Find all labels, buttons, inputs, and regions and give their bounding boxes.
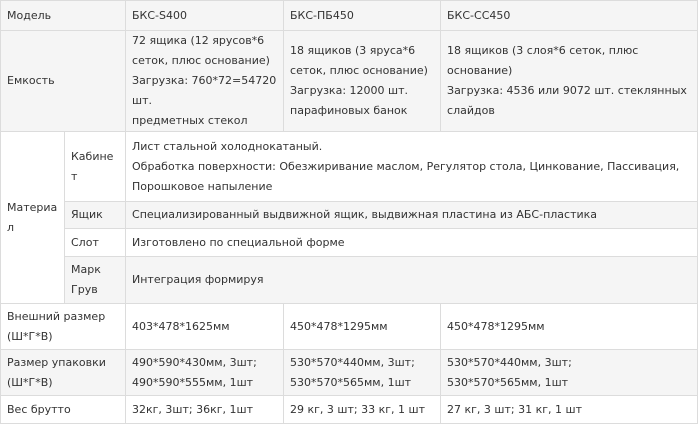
header-model-1: БКС-S400 xyxy=(125,0,285,31)
capacity-cell-1: 72 ящика (12 ярусов*6 сеток, плюс основа… xyxy=(125,30,285,132)
cabinet-line-1: Лист стальной холоднокатаный. xyxy=(132,139,323,153)
material-drawer-row: Ящик Специализированный выдвижной ящик, … xyxy=(1,201,699,229)
mark-value: Интеграция формируя xyxy=(125,256,699,304)
outer-size-3: 450*478*1295мм xyxy=(440,303,699,350)
header-row: Модель БКС-S400 БКС-ПБ450 БКС-СС450 xyxy=(0,0,699,31)
capacity-2-line-3: Загрузка: 12000 шт. xyxy=(290,84,408,97)
capacity-cell-2: 18 ящиков (3 яруса*6 сеток, плюс основан… xyxy=(283,30,442,132)
package-2-line-1: 530*570*440мм, 3шт; xyxy=(290,355,415,369)
mark-label-line-2: Грув xyxy=(71,283,98,296)
package-1-line-2: 490*590*555мм, 1шт xyxy=(132,375,254,389)
spec-table: Модель БКС-S400 БКС-ПБ450 БКС-СС450 Емко… xyxy=(0,0,699,424)
material-mark-row: Марк Грув Интеграция формируя xyxy=(1,256,699,304)
gross-weight-2: 29 кг, 3 шт; 33 кг, 1 шт xyxy=(283,395,442,424)
package-size-label-line-2: (Ш*Г*В) xyxy=(7,375,53,389)
package-size-2: 530*570*440мм, 3шт; 530*570*565мм, 1шт xyxy=(283,349,442,396)
drawer-label: Ящик xyxy=(63,201,127,229)
header-model-2: БКС-ПБ450 xyxy=(283,0,442,31)
cabinet-line-3: Порошковое напыление xyxy=(132,179,273,193)
package-1-line-1: 490*590*430мм, 3шт; xyxy=(132,355,257,369)
cabinet-line-2: Обработка поверхности: Обезжиривание мас… xyxy=(132,159,680,173)
capacity-3-line-2: Загрузка: 4536 или 9072 шт. стеклянных xyxy=(447,84,687,97)
capacity-2-line-1: 18 ящиков (3 яруса*6 xyxy=(290,44,416,57)
material-label: Материал xyxy=(0,131,65,304)
package-size-row: Размер упаковки (Ш*Г*В) 490*590*430мм, 3… xyxy=(0,349,699,396)
capacity-2-line-2: сеток, плюс основание) xyxy=(290,64,428,77)
gross-weight-row: Вес брутто 32кг, 3шт; 36кг, 1шт 29 кг, 3… xyxy=(0,395,699,424)
capacity-3-line-1: 18 ящиков (3 слоя*6 сеток, плюс основани… xyxy=(447,44,639,77)
package-size-label-line-1: Размер упаковки xyxy=(7,355,106,369)
header-model-label: Модель xyxy=(0,0,127,31)
mark-label-line-1: Марк xyxy=(71,263,101,276)
package-3-line-2: 530*570*565мм, 1шт xyxy=(447,375,569,389)
cabinet-value: Лист стальной холоднокатаный. Обработка … xyxy=(125,131,699,202)
capacity-label: Емкость xyxy=(0,30,127,132)
drawer-value: Специализированный выдвижной ящик, выдви… xyxy=(125,201,699,229)
material-slot-row: Слот Изготовлено по специальной форме xyxy=(1,228,699,257)
capacity-cell-3: 18 ящиков (3 слоя*6 сеток, плюс основани… xyxy=(440,30,699,132)
package-size-1: 490*590*430мм, 3шт; 490*590*555мм, 1шт xyxy=(125,349,285,396)
package-2-line-2: 530*570*565мм, 1шт xyxy=(290,375,412,389)
material-cabinet-row: Материал Кабинет Лист стальной холоднока… xyxy=(0,131,699,304)
package-size-label: Размер упаковки (Ш*Г*В) xyxy=(0,349,127,396)
cabinet-label: Кабинет xyxy=(63,131,127,202)
gross-weight-1: 32кг, 3шт; 36кг, 1шт xyxy=(125,395,285,424)
gross-weight-label: Вес брутто xyxy=(0,395,127,424)
capacity-1-line-2: сеток, плюс основание) xyxy=(132,54,270,67)
outer-size-label-line-1: Внешний размер xyxy=(7,309,106,323)
capacity-1-line-1: 72 ящика (12 ярусов*6 xyxy=(132,34,265,47)
slot-label: Слот xyxy=(63,228,127,257)
outer-size-1: 403*478*1625мм xyxy=(125,303,285,350)
capacity-2-line-4: парафиновых банок xyxy=(290,104,408,117)
capacity-3-line-3: слайдов xyxy=(447,104,495,117)
outer-size-label: Внешний размер (Ш*Г*В) xyxy=(0,303,127,350)
package-3-line-1: 530*570*440мм, 3шт; xyxy=(447,355,572,369)
outer-size-2: 450*478*1295мм xyxy=(283,303,442,350)
package-size-3: 530*570*440мм, 3шт; 530*570*565мм, 1шт xyxy=(440,349,699,396)
mark-label: Марк Грув xyxy=(63,256,127,304)
gross-weight-3: 27 кг, 3 шт; 31 кг, 1 шт xyxy=(440,395,699,424)
capacity-row: Емкость 72 ящика (12 ярусов*6 сеток, плю… xyxy=(0,30,699,132)
outer-size-row: Внешний размер (Ш*Г*В) 403*478*1625мм 45… xyxy=(0,303,699,350)
header-model-3: БКС-СС450 xyxy=(440,0,699,31)
outer-size-label-line-2: (Ш*Г*В) xyxy=(7,329,53,343)
capacity-1-line-4: предметных стекол xyxy=(132,114,248,127)
slot-value: Изготовлено по специальной форме xyxy=(125,228,699,257)
capacity-1-line-3: Загрузка: 760*72=54720 шт. xyxy=(132,74,277,107)
